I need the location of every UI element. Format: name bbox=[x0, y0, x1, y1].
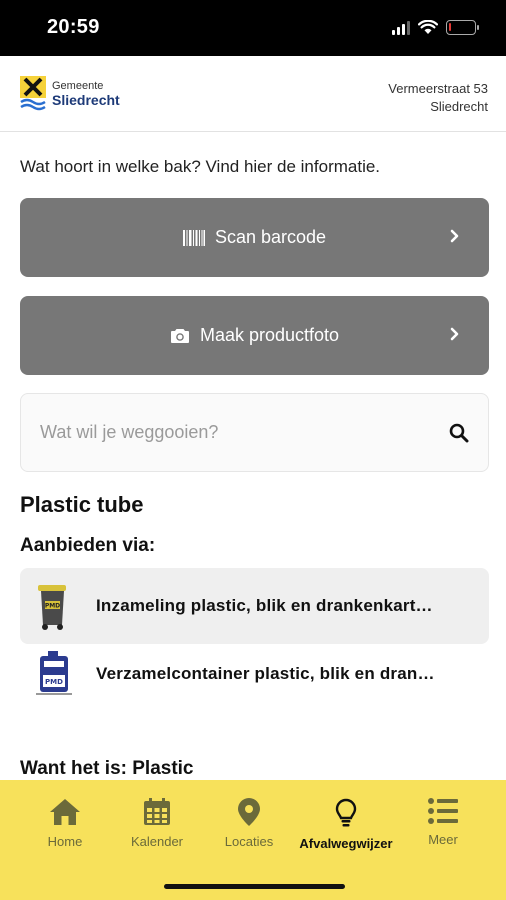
intro-text: Wat hoort in welke bak? Vind hier de inf… bbox=[20, 157, 381, 176]
search-box bbox=[20, 393, 489, 472]
scan-barcode-button[interactable]: Scan barcode bbox=[20, 198, 489, 277]
disposal-option[interactable]: PMD Inzameling plastic, blik en drankenk… bbox=[20, 568, 489, 644]
app-header: Gemeente Sliedrecht Vermeerstraat 53 Sli… bbox=[0, 56, 506, 132]
pmd-container-icon: PMD bbox=[36, 651, 72, 695]
product-title: Plastic tube bbox=[20, 492, 144, 517]
camera-icon bbox=[170, 328, 189, 343]
battery-level bbox=[449, 23, 451, 31]
municipality-logo[interactable]: Gemeente Sliedrecht bbox=[20, 76, 120, 112]
nav-item-home[interactable]: Home bbox=[17, 798, 113, 849]
cellular-signal-icon bbox=[392, 20, 410, 35]
scan-barcode-label: Scan barcode bbox=[214, 227, 327, 247]
barcode-icon bbox=[182, 229, 205, 246]
chevron-right-icon bbox=[450, 229, 459, 243]
nav-item-meer[interactable]: Meer bbox=[395, 798, 491, 847]
pmd-bin-icon: PMD bbox=[38, 585, 66, 630]
nav-item-locaties[interactable]: Locaties bbox=[201, 798, 297, 849]
status-time: 20:59 bbox=[47, 16, 100, 38]
address-street: Vermeerstraat 53 bbox=[388, 81, 488, 96]
nav-item-label: Home bbox=[47, 834, 83, 849]
nav-item-kalender[interactable]: Kalender bbox=[109, 798, 205, 849]
address-city: Sliedrecht bbox=[430, 99, 488, 114]
chevron-right-icon bbox=[450, 327, 459, 341]
location-pin-icon bbox=[238, 798, 260, 826]
waste-category-text: Want het is: Plastic bbox=[20, 758, 194, 779]
bottom-navigation: Home Kalender Locaties Afvalwegwijzer Me… bbox=[0, 780, 506, 900]
nav-item-label: Afvalwegwijzer bbox=[299, 836, 393, 851]
nav-item-label: Meer bbox=[428, 832, 458, 847]
lightbulb-icon bbox=[335, 798, 357, 827]
option-badge: PMD bbox=[45, 678, 63, 686]
home-indicator[interactable] bbox=[164, 884, 345, 889]
search-input[interactable] bbox=[21, 394, 441, 471]
product-photo-button[interactable]: Maak productfoto bbox=[20, 296, 489, 375]
wifi-icon bbox=[418, 20, 438, 34]
battery-icon bbox=[446, 20, 479, 35]
nav-item-afvalwegwijzer[interactable]: Afvalwegwijzer bbox=[298, 798, 394, 851]
calendar-icon bbox=[144, 798, 170, 825]
disposal-option-label: Inzameling plastic, blik en drankenkart… bbox=[96, 596, 433, 615]
nav-item-label: Kalender bbox=[130, 834, 184, 849]
home-icon bbox=[50, 799, 80, 825]
option-badge: PMD bbox=[45, 603, 60, 610]
scan-barcode-content: Scan barcode bbox=[182, 227, 327, 248]
sliedrecht-emblem-icon bbox=[20, 76, 46, 111]
status-bar: 20:59 bbox=[0, 0, 506, 56]
search-icon[interactable] bbox=[449, 423, 469, 443]
disposal-option[interactable]: PMD Verzamelcontainer plastic, blik en d… bbox=[20, 636, 489, 712]
product-photo-label: Maak productfoto bbox=[199, 325, 340, 345]
offer-heading: Aanbieden via: bbox=[20, 535, 156, 556]
disposal-option-label: Verzamelcontainer plastic, blik en dran… bbox=[96, 664, 435, 683]
nav-item-label: Locaties bbox=[224, 834, 274, 849]
logo-text: Gemeente Sliedrecht bbox=[52, 80, 120, 108]
logo-text-sliedrecht: Sliedrecht bbox=[52, 92, 120, 108]
status-icons bbox=[392, 20, 479, 35]
product-photo-content: Maak productfoto bbox=[170, 325, 339, 346]
menu-list-icon bbox=[428, 798, 458, 824]
address[interactable]: Vermeerstraat 53 Sliedrecht bbox=[388, 80, 488, 116]
